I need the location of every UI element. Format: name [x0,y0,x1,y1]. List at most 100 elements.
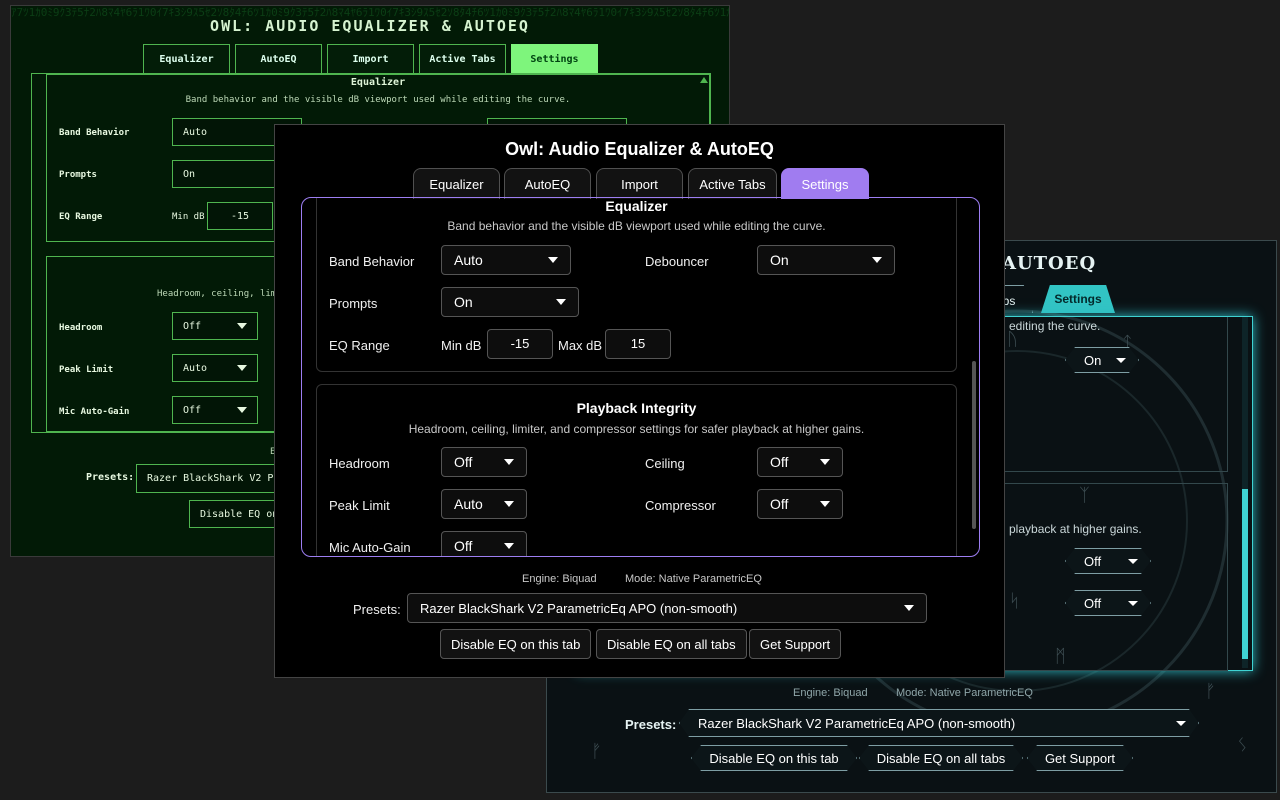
playback-integrity-card: Playback Integrity Headroom, ceiling, li… [316,384,957,556]
presets-label: Presets: [86,472,135,483]
mic-auto-gain-label: Mic Auto-Gain [329,540,411,555]
engine-info: Engine: Biquad [793,687,868,699]
rune-glyph: ᚠ [591,741,602,762]
max-db-label: Max dB [558,338,603,353]
window-title: Owl: Audio Equalizer & AutoEQ [505,139,774,159]
scrollbar-thumb[interactable] [972,361,976,529]
headroom-select[interactable]: Off [441,447,527,477]
headroom-select[interactable]: Off [172,312,258,340]
eq-range-label: EQ Range [59,212,103,222]
peak-limit-label: Peak Limit [329,498,390,513]
disable-eq-all-tabs-button[interactable]: Disable EQ on all tabs [859,745,1023,771]
max-db-input[interactable]: 15 [605,329,671,359]
peak-limit-label: Peak Limit [59,365,114,375]
select-value: Razer BlackShark V2 ParametricEq APO (no… [698,715,1016,731]
peak-limit-select[interactable]: Auto [441,489,527,519]
compressor-select[interactable]: Off [757,489,843,519]
band-behavior-label: Band Behavior [329,254,415,269]
min-db-input[interactable]: -15 [487,329,553,359]
min-db-label: Min dB [172,212,205,222]
select-value: Auto [454,252,483,268]
eq-range-label: EQ Range [329,338,390,353]
tab-active-tabs[interactable]: Active Tabs [419,44,506,74]
settings-panel: Equalizer Band behavior and the visible … [301,197,980,557]
peak-limit-select[interactable]: Auto [172,354,258,382]
chevron-down-icon [820,501,830,507]
chevron-down-icon [556,299,566,305]
get-support-button[interactable]: Get Support [749,629,842,659]
scrollbar-thumb[interactable] [1242,489,1248,659]
chevron-down-icon [237,323,247,329]
prompts-select[interactable]: On [441,287,579,317]
chevron-down-icon [504,501,514,507]
presets-label: Presets: [625,717,677,732]
select-value: On [454,294,473,310]
disable-eq-this-tab-button[interactable]: Disable EQ on this tab [440,629,592,659]
select-value: Off [454,454,473,470]
tab-autoeq[interactable]: AutoEQ [504,168,591,199]
ceiling-select[interactable]: Off [1065,548,1151,574]
section-title: Equalizer [350,77,406,88]
window-title: OWL: AUDIO EQUALIZER & AUTOEQ [210,17,530,35]
headroom-label: Headroom [59,323,103,333]
chevron-down-icon [904,605,914,611]
tab-equalizer[interactable]: Equalizer [413,168,500,199]
presets-select[interactable]: Razer BlackShark V2 ParametricEq APO (no… [407,593,927,623]
select-value: Auto [183,362,208,374]
section-description: Band behavior and the visible dB viewpor… [447,219,826,233]
chevron-down-icon [237,365,247,371]
equalizer-card: Equalizer Band behavior and the visible … [316,198,957,372]
compressor-select[interactable]: Off [1065,590,1151,616]
tab-settings[interactable]: Settings [781,168,869,199]
headroom-label: Headroom [329,456,390,471]
scroll-up-icon[interactable] [700,77,708,83]
tab-import[interactable]: Import [596,168,683,199]
mic-auto-gain-select[interactable]: Off [441,531,527,556]
min-db-input[interactable]: -15 [207,202,273,230]
select-value: On [183,168,196,180]
section-title: Equalizer [605,198,668,214]
section-description: editing the curve. [1009,319,1101,333]
compressor-label: Compressor [645,498,716,513]
presets-select[interactable]: Razer BlackShark V2 ParametricEq APO (no… [679,709,1199,737]
mic-auto-gain-select[interactable]: Off [172,396,258,424]
chevron-down-icon [1176,721,1186,726]
presets-label: Presets: [353,602,401,617]
chevron-down-icon [237,407,247,413]
band-behavior-label: Band Behavior [59,128,130,138]
engine-info: Engine: Biquad [522,573,597,585]
debouncer-select[interactable]: On [757,245,895,275]
tab-active-tabs[interactable]: Active Tabs [688,168,777,199]
select-value: Off [770,454,789,470]
select-value: Razer BlackShark V2 ParametricEq APO (no… [420,600,738,616]
rune-glyph: ᛊ [1237,735,1248,756]
chevron-down-icon [1116,358,1126,363]
get-support-button[interactable]: Get Support [1027,745,1133,771]
playback-description: playback at higher gains. [1009,522,1142,536]
window-title: AUTOEQ [1002,253,1097,274]
chevron-down-icon [1128,559,1138,564]
select-value: Off [1084,595,1102,611]
prompts-label: Prompts [329,296,378,311]
playback-description: Headroom, ceiling, limite [157,289,293,299]
chevron-down-icon [872,257,882,263]
debouncer-select[interactable]: On [1065,347,1139,373]
tab-settings[interactable]: Settings [1041,285,1115,313]
select-value: On [770,252,789,268]
select-value: Off [183,404,202,416]
section-title: Playback Integrity [576,400,697,416]
chevron-down-icon [548,257,558,263]
disable-eq-this-tab-button[interactable]: Disable EQ on this tab [691,745,857,771]
tab-import[interactable]: Import [327,44,414,74]
select-value: On [1084,352,1102,368]
select-value: Auto [454,496,483,512]
ceiling-select[interactable]: Off [757,447,843,477]
tab-settings[interactable]: Settings [511,44,598,74]
tab-equalizer[interactable]: Equalizer [143,44,230,74]
debouncer-label: Debouncer [645,254,709,269]
tab-autoeq[interactable]: AutoEQ [235,44,322,74]
disable-eq-all-tabs-button[interactable]: Disable EQ on all tabs [596,629,747,659]
band-behavior-select[interactable]: Auto [441,245,571,275]
scrollbar[interactable] [1242,317,1248,668]
chevron-down-icon [1128,601,1138,606]
